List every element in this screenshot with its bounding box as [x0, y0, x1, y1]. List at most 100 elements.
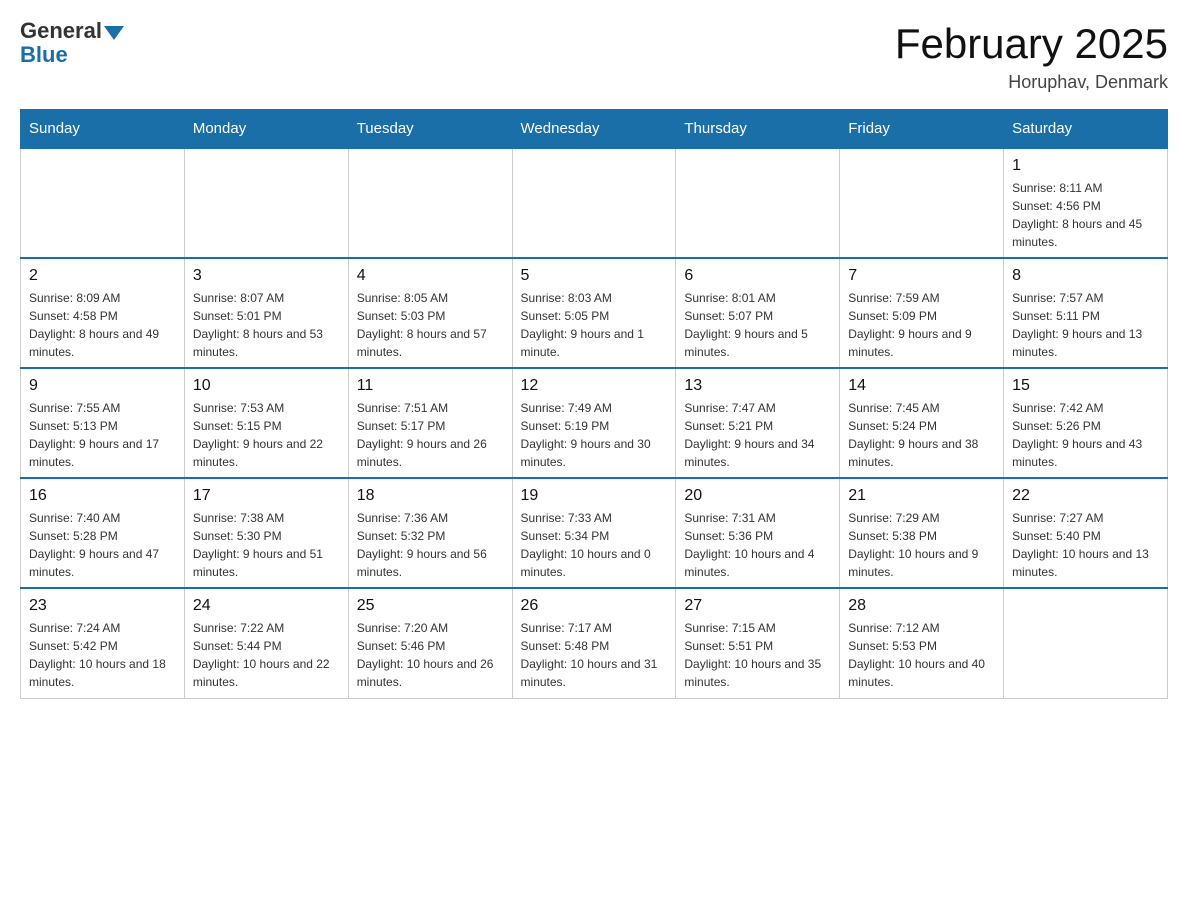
title-area: February 2025 Horuphav, Denmark	[895, 20, 1168, 93]
calendar-cell: 4Sunrise: 8:05 AM Sunset: 5:03 PM Daylig…	[348, 258, 512, 368]
day-info: Sunrise: 7:15 AM Sunset: 5:51 PM Dayligh…	[684, 619, 831, 691]
calendar-week-row: 9 Sunrise: 7:55 AM Sunset: 5:13 PM Daylig…	[21, 368, 1168, 478]
calendar-cell: 28 Sunrise: 7:12 AM Sunset: 5:53 PM Dayli…	[840, 588, 1004, 698]
day-header-tuesday: Tuesday	[348, 110, 512, 149]
day-info: Sunrise: 7:47 AM Sunset: 5:21 PM Dayligh…	[684, 399, 831, 471]
day-info: Sunrise: 7:24 AM Sunset: 5:42 PM Dayligh…	[29, 619, 176, 691]
day-header-wednesday: Wednesday	[512, 110, 676, 149]
day-info: Sunrise: 7:51 AM Sunset: 5:17 PM Dayligh…	[357, 399, 504, 471]
day-number: 3	[193, 267, 340, 285]
day-info: Sunrise: 7:27 AM Sunset: 5:40 PM Dayligh…	[1012, 509, 1159, 581]
calendar-cell: 8 Sunrise: 7:57 AM Sunset: 5:11 PM Daylig…	[1004, 258, 1168, 368]
day-number: 11	[357, 377, 504, 395]
day-number: 19	[521, 487, 668, 505]
day-number: 1	[1012, 157, 1159, 175]
logo-blue-text: Blue	[20, 42, 68, 68]
calendar-cell	[348, 148, 512, 258]
calendar-cell	[184, 148, 348, 258]
day-info: Sunrise: 7:59 AM Sunset: 5:09 PM Dayligh…	[848, 289, 995, 361]
day-number: 5	[521, 267, 668, 285]
day-info: Sunrise: 8:11 AM Sunset: 4:56 PM Dayligh…	[1012, 179, 1159, 251]
day-number: 13	[684, 377, 831, 395]
calendar-cell	[840, 148, 1004, 258]
day-number: 17	[193, 487, 340, 505]
day-info: Sunrise: 7:22 AM Sunset: 5:44 PM Dayligh…	[193, 619, 340, 691]
day-header-sunday: Sunday	[21, 110, 185, 149]
location: Horuphav, Denmark	[895, 72, 1168, 93]
day-info: Sunrise: 7:42 AM Sunset: 5:26 PM Dayligh…	[1012, 399, 1159, 471]
calendar-cell: 3 Sunrise: 8:07 AM Sunset: 5:01 PM Daylig…	[184, 258, 348, 368]
day-number: 18	[357, 487, 504, 505]
calendar-week-row: 23 Sunrise: 7:24 AM Sunset: 5:42 PM Dayli…	[21, 588, 1168, 698]
day-header-saturday: Saturday	[1004, 110, 1168, 149]
calendar-table: SundayMondayTuesdayWednesdayThursdayFrid…	[20, 109, 1168, 699]
calendar-cell: 27 Sunrise: 7:15 AM Sunset: 5:51 PM Dayli…	[676, 588, 840, 698]
day-number: 2	[29, 267, 176, 285]
day-number: 27	[684, 597, 831, 615]
calendar-cell: 22 Sunrise: 7:27 AM Sunset: 5:40 PM Dayli…	[1004, 478, 1168, 588]
day-header-monday: Monday	[184, 110, 348, 149]
day-number: 7	[848, 267, 995, 285]
calendar-cell: 13 Sunrise: 7:47 AM Sunset: 5:21 PM Dayli…	[676, 368, 840, 478]
day-number: 25	[357, 597, 504, 615]
day-info: Sunrise: 7:20 AM Sunset: 5:46 PM Dayligh…	[357, 619, 504, 691]
calendar-cell: 6Sunrise: 8:01 AM Sunset: 5:07 PM Daylig…	[676, 258, 840, 368]
calendar-header-row: SundayMondayTuesdayWednesdayThursdayFrid…	[21, 110, 1168, 149]
calendar-cell: 9 Sunrise: 7:55 AM Sunset: 5:13 PM Daylig…	[21, 368, 185, 478]
day-number: 22	[1012, 487, 1159, 505]
logo-arrow-icon	[104, 26, 124, 40]
day-number: 8	[1012, 267, 1159, 285]
page-header: General Blue February 2025 Horuphav, Den…	[20, 20, 1168, 93]
day-info: Sunrise: 7:55 AM Sunset: 5:13 PM Dayligh…	[29, 399, 176, 471]
calendar-week-row: 1 Sunrise: 8:11 AM Sunset: 4:56 PM Daylig…	[21, 148, 1168, 258]
day-info: Sunrise: 7:49 AM Sunset: 5:19 PM Dayligh…	[521, 399, 668, 471]
logo: General Blue	[20, 20, 124, 68]
calendar-cell: 21 Sunrise: 7:29 AM Sunset: 5:38 PM Dayli…	[840, 478, 1004, 588]
calendar-cell: 14Sunrise: 7:45 AM Sunset: 5:24 PM Dayli…	[840, 368, 1004, 478]
day-info: Sunrise: 7:29 AM Sunset: 5:38 PM Dayligh…	[848, 509, 995, 581]
calendar-cell: 16 Sunrise: 7:40 AM Sunset: 5:28 PM Dayli…	[21, 478, 185, 588]
calendar-cell: 7 Sunrise: 7:59 AM Sunset: 5:09 PM Daylig…	[840, 258, 1004, 368]
calendar-cell	[1004, 588, 1168, 698]
calendar-cell: 11 Sunrise: 7:51 AM Sunset: 5:17 PM Dayli…	[348, 368, 512, 478]
calendar-week-row: 16 Sunrise: 7:40 AM Sunset: 5:28 PM Dayli…	[21, 478, 1168, 588]
calendar-cell: 17 Sunrise: 7:38 AM Sunset: 5:30 PM Dayli…	[184, 478, 348, 588]
day-info: Sunrise: 8:03 AM Sunset: 5:05 PM Dayligh…	[521, 289, 668, 361]
calendar-cell: 18 Sunrise: 7:36 AM Sunset: 5:32 PM Dayli…	[348, 478, 512, 588]
day-info: Sunrise: 7:31 AM Sunset: 5:36 PM Dayligh…	[684, 509, 831, 581]
day-number: 15	[1012, 377, 1159, 395]
calendar-cell: 20 Sunrise: 7:31 AM Sunset: 5:36 PM Dayli…	[676, 478, 840, 588]
day-number: 21	[848, 487, 995, 505]
calendar-cell: 5 Sunrise: 8:03 AM Sunset: 5:05 PM Daylig…	[512, 258, 676, 368]
day-info: Sunrise: 7:45 AM Sunset: 5:24 PM Dayligh…	[848, 399, 995, 471]
calendar-week-row: 2 Sunrise: 8:09 AM Sunset: 4:58 PM Daylig…	[21, 258, 1168, 368]
day-number: 12	[521, 377, 668, 395]
calendar-cell: 1 Sunrise: 8:11 AM Sunset: 4:56 PM Daylig…	[1004, 148, 1168, 258]
calendar-cell: 24Sunrise: 7:22 AM Sunset: 5:44 PM Dayli…	[184, 588, 348, 698]
day-number: 26	[521, 597, 668, 615]
day-info: Sunrise: 8:09 AM Sunset: 4:58 PM Dayligh…	[29, 289, 176, 361]
day-info: Sunrise: 8:07 AM Sunset: 5:01 PM Dayligh…	[193, 289, 340, 361]
day-info: Sunrise: 7:33 AM Sunset: 5:34 PM Dayligh…	[521, 509, 668, 581]
day-number: 20	[684, 487, 831, 505]
day-info: Sunrise: 7:38 AM Sunset: 5:30 PM Dayligh…	[193, 509, 340, 581]
calendar-cell: 25 Sunrise: 7:20 AM Sunset: 5:46 PM Dayli…	[348, 588, 512, 698]
calendar-cell: 12 Sunrise: 7:49 AM Sunset: 5:19 PM Dayli…	[512, 368, 676, 478]
day-info: Sunrise: 7:36 AM Sunset: 5:32 PM Dayligh…	[357, 509, 504, 581]
day-info: Sunrise: 8:05 AM Sunset: 5:03 PM Dayligh…	[357, 289, 504, 361]
calendar-cell	[21, 148, 185, 258]
calendar-cell	[512, 148, 676, 258]
day-header-thursday: Thursday	[676, 110, 840, 149]
day-info: Sunrise: 7:17 AM Sunset: 5:48 PM Dayligh…	[521, 619, 668, 691]
day-info: Sunrise: 7:40 AM Sunset: 5:28 PM Dayligh…	[29, 509, 176, 581]
calendar-cell: 23 Sunrise: 7:24 AM Sunset: 5:42 PM Dayli…	[21, 588, 185, 698]
day-info: Sunrise: 7:12 AM Sunset: 5:53 PM Dayligh…	[848, 619, 995, 691]
day-number: 16	[29, 487, 176, 505]
day-info: Sunrise: 7:57 AM Sunset: 5:11 PM Dayligh…	[1012, 289, 1159, 361]
calendar-cell: 2 Sunrise: 8:09 AM Sunset: 4:58 PM Daylig…	[21, 258, 185, 368]
calendar-cell: 19 Sunrise: 7:33 AM Sunset: 5:34 PM Dayli…	[512, 478, 676, 588]
day-number: 9	[29, 377, 176, 395]
day-number: 10	[193, 377, 340, 395]
day-number: 28	[848, 597, 995, 615]
day-number: 23	[29, 597, 176, 615]
